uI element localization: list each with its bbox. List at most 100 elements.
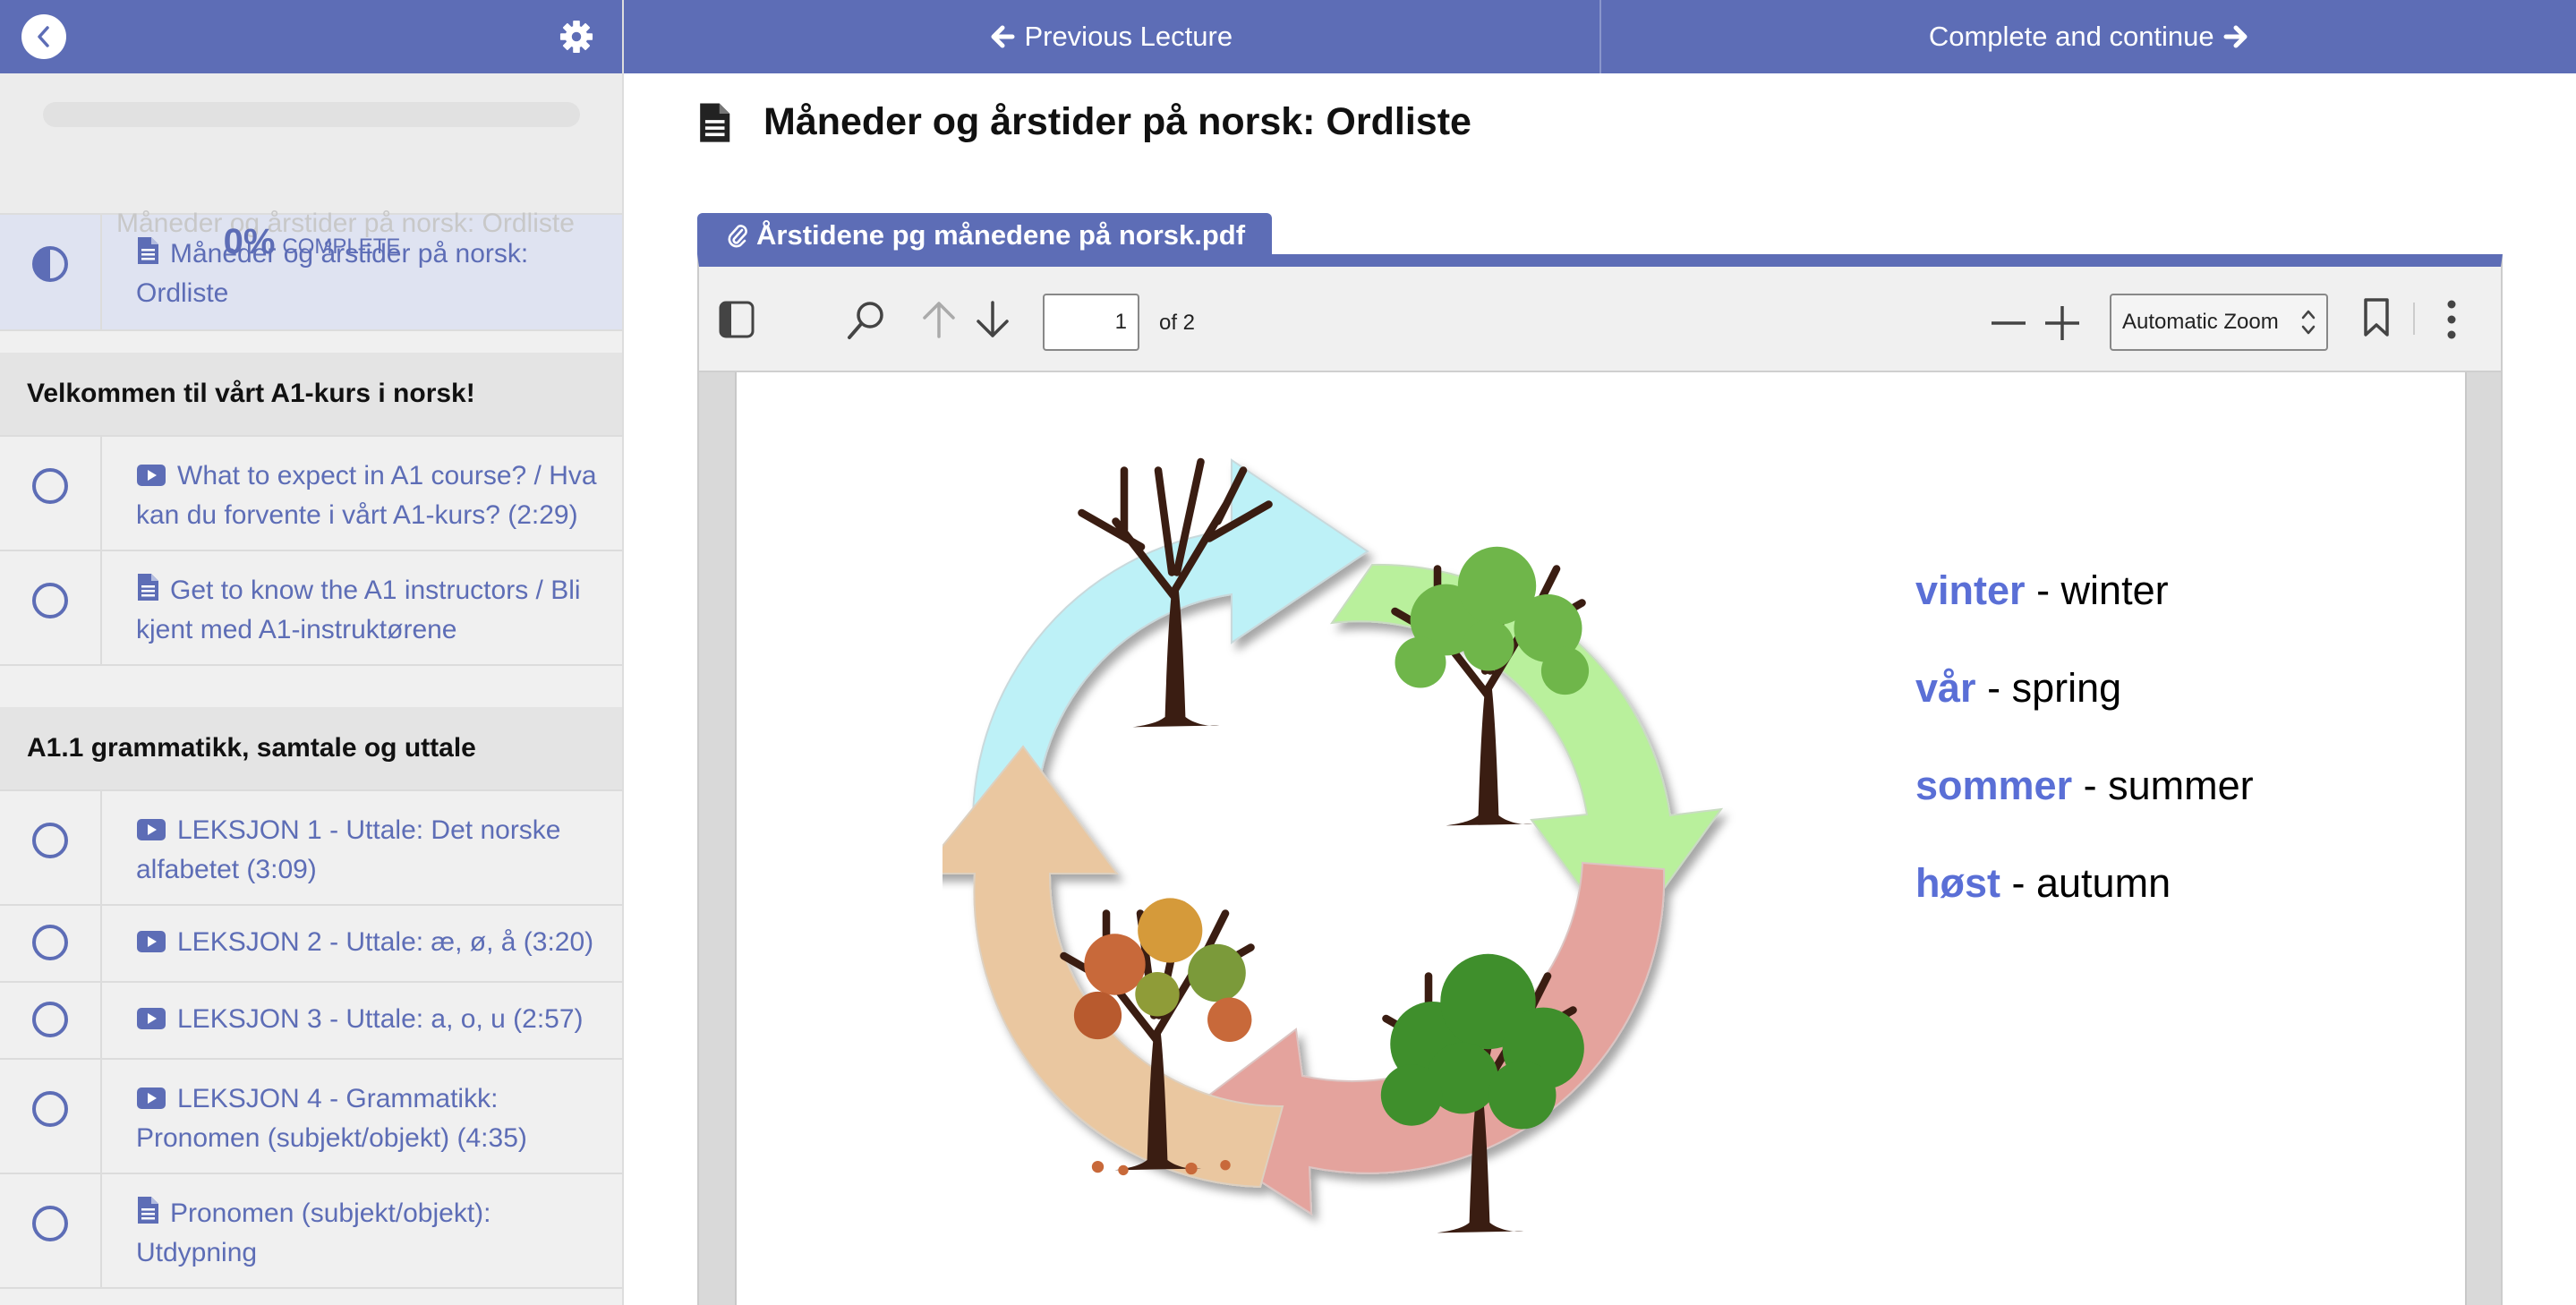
sidebar-toggle-button[interactable] — [719, 301, 755, 343]
circle-status-icon — [32, 1002, 68, 1037]
lecture-item-label: LEKSJON 4 - Grammatikk: Pronomen (subjek… — [136, 1084, 527, 1153]
lecture-item-label: LEKSJON 1 - Uttale: Det norske alfabetet… — [136, 815, 561, 884]
tools-menu-button[interactable] — [2444, 299, 2459, 345]
lecture-item-title: LEKSJON 4 - Grammatikk: Pronomen (subjek… — [102, 1060, 622, 1173]
zoom-in-button[interactable] — [2043, 304, 2081, 346]
more-vertical-icon — [2447, 300, 2456, 339]
progress-percent-value: 0% — [223, 222, 276, 261]
file-text-icon — [700, 102, 730, 142]
lecture-heading: Måneder og årstider på norsk: Ordliste — [697, 100, 1471, 144]
bookmark-button[interactable] — [2362, 297, 2391, 343]
attachment-tab[interactable]: Årstidene pg månedene på norsk.pdf — [697, 213, 1273, 258]
gear-icon — [559, 20, 593, 54]
lecture-nav-bar: Previous Lecture Complete and continue — [624, 0, 2576, 73]
circle-status-icon — [32, 583, 68, 618]
lecture-status — [0, 1174, 102, 1287]
sidebar-toggle-icon — [719, 301, 755, 338]
lecture-status — [0, 906, 102, 981]
lecture-item[interactable]: LEKSJON 3 - Uttale: a, o, u (2:57) — [0, 983, 622, 1060]
vocab-english: - summer — [2083, 763, 2254, 808]
lecture-content: Previous Lecture Complete and continue M… — [624, 0, 2576, 1305]
next-page-button[interactable] — [975, 299, 1011, 345]
file-text-icon — [138, 1197, 158, 1224]
back-button[interactable] — [21, 14, 66, 59]
season-cycle-image — [943, 372, 1724, 1305]
lecture-status — [0, 791, 102, 904]
vocab-norwegian: vår — [1915, 665, 1976, 711]
lecture-item-label: Get to know the A1 instructors / Bli kje… — [136, 576, 581, 644]
lecture-status — [0, 551, 102, 664]
lecture-status — [0, 437, 102, 550]
file-text-icon — [138, 574, 158, 601]
lecture-item-label: Pronomen (subjekt/objekt): Utdypning — [136, 1198, 491, 1267]
lecture-status — [0, 983, 102, 1058]
page-number-input[interactable] — [1043, 294, 1139, 351]
vocab-item: sommer - summer — [1915, 763, 2254, 809]
video-icon — [137, 1008, 166, 1029]
lecture-item-title: LEKSJON 2 - Uttale: æ, ø, å (3:20) — [102, 906, 611, 981]
lecture-item[interactable]: What to expect in A1 course? / Hva kan d… — [0, 437, 622, 551]
pdf-page: vinter - winter vår - spring sommer - su… — [735, 372, 2467, 1305]
circle-status-icon — [32, 925, 68, 960]
course-sidebar: Måneder og årstider på norsk: Ordliste 0… — [0, 0, 624, 1305]
complete-continue-label: Complete and continue — [1928, 21, 2214, 52]
progress-bar — [43, 102, 580, 127]
vocab-english: - winter — [2036, 567, 2169, 613]
lecture-title: Måneder og årstider på norsk: Ordliste — [763, 100, 1471, 143]
lecture-item[interactable]: Pronomen (subjekt/objekt): Utdypning — [0, 1174, 622, 1289]
section-header-welcome: Velkommen til vårt A1-kurs i norsk! — [0, 353, 622, 437]
zoom-out-button[interactable] — [1990, 304, 2027, 346]
settings-button[interactable] — [559, 20, 593, 54]
toolbar-separator — [2413, 303, 2415, 335]
vocab-item: vinter - winter — [1915, 567, 2169, 614]
complete-continue-button[interactable]: Complete and continue — [1599, 0, 2576, 73]
lecture-item-title: LEKSJON 3 - Uttale: a, o, u (2:57) — [102, 983, 601, 1058]
lecture-item-label: LEKSJON 2 - Uttale: æ, ø, å (3:20) — [177, 927, 594, 957]
vocab-norwegian: høst — [1915, 860, 2000, 906]
section-header-a1-1: A1.1 grammatikk, samtale og uttale — [0, 707, 622, 791]
lecture-item-label: LEKSJON 3 - Uttale: a, o, u (2:57) — [177, 1004, 584, 1034]
video-icon — [137, 931, 166, 952]
minus-icon — [1992, 321, 2026, 325]
course-progress: Måneder og årstider på norsk: Ordliste 0… — [0, 73, 622, 261]
lecture-item[interactable]: LEKSJON 1 - Uttale: Det norske alfabetet… — [0, 791, 622, 906]
page-count-label: of 2 — [1159, 311, 1196, 335]
previous-lecture-label: Previous Lecture — [1024, 21, 1233, 52]
arrow-up-icon — [923, 302, 955, 338]
pdf-viewer: of 2 Automatic Zoom — [697, 254, 2503, 1305]
lecture-item-title: Get to know the A1 instructors / Bli kje… — [102, 551, 622, 664]
sidebar-header — [0, 0, 622, 73]
vocab-english: - spring — [1987, 665, 2122, 711]
paperclip-icon — [728, 225, 747, 248]
arrow-left-icon — [991, 25, 1015, 48]
find-button[interactable] — [846, 299, 887, 346]
attachment-filename: Årstidene pg månedene på norsk.pdf — [756, 219, 1246, 251]
video-icon — [137, 465, 166, 486]
circle-status-icon — [32, 1091, 68, 1127]
lecture-item-title: What to expect in A1 course? / Hva kan d… — [102, 437, 622, 550]
progress-complete-label: COMPLETE — [282, 235, 401, 259]
circle-status-icon — [32, 1206, 68, 1241]
zoom-select[interactable]: Automatic Zoom — [2110, 294, 2328, 351]
circle-status-icon — [32, 823, 68, 858]
video-icon — [137, 819, 166, 840]
lecture-item[interactable]: LEKSJON 2 - Uttale: æ, ø, å (3:20) — [0, 906, 622, 983]
lecture-item[interactable]: Get to know the A1 instructors / Bli kje… — [0, 551, 622, 666]
lecture-item-title: LEKSJON 1 - Uttale: Det norske alfabetet… — [102, 791, 622, 904]
lecture-item[interactable]: LEKSJON 4 - Grammatikk: Pronomen (subjek… — [0, 1060, 622, 1174]
search-icon — [848, 302, 883, 339]
arrow-down-icon — [977, 301, 1009, 337]
vocab-norwegian: sommer — [1915, 763, 2073, 808]
pdf-toolbar: of 2 Automatic Zoom — [699, 267, 2501, 372]
vocab-item: vår - spring — [1915, 665, 2121, 712]
chevron-left-icon — [38, 26, 49, 47]
previous-page-button[interactable] — [921, 299, 957, 345]
lecture-item-title: Pronomen (subjekt/objekt): Utdypning — [102, 1174, 622, 1287]
select-caret-icon — [2301, 310, 2316, 335]
zoom-select-value: Automatic Zoom — [2122, 310, 2279, 334]
lecture-item-label: What to expect in A1 course? / Hva kan d… — [136, 461, 597, 530]
previous-lecture-button[interactable]: Previous Lecture — [624, 0, 1599, 73]
arrow-right-icon — [2223, 25, 2248, 48]
